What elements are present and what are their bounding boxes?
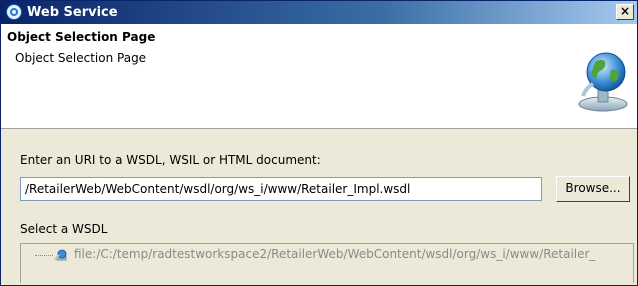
title-bar[interactable]: Web Service × xyxy=(1,1,637,24)
wsdl-tree[interactable]: file:/C:/temp/radtestworkspace2/Retailer… xyxy=(20,243,634,283)
dialog-body: Enter an URI to a WSDL, WSIL or HTML doc… xyxy=(1,129,637,285)
web-service-icon xyxy=(6,4,22,20)
tree-item-label: file:/C:/temp/radtestworkspace2/Retailer… xyxy=(74,247,596,261)
browse-button[interactable]: Browse... xyxy=(556,176,630,202)
page-description: Object Selection Page xyxy=(15,51,147,65)
uri-label: Enter an URI to a WSDL, WSIL or HTML doc… xyxy=(20,153,321,167)
uri-input[interactable] xyxy=(20,177,542,201)
page-title: Object Selection Page xyxy=(7,30,156,44)
page-header: Object Selection Page Object Selection P… xyxy=(1,24,637,129)
close-button[interactable]: × xyxy=(616,4,634,20)
tree-connector xyxy=(35,255,53,256)
web-service-dialog: Web Service × Object Selection Page Obje… xyxy=(0,0,638,286)
wsdl-file-icon xyxy=(54,249,67,261)
window-title: Web Service xyxy=(27,5,118,20)
select-wsdl-label: Select a WSDL xyxy=(20,222,108,236)
globe-icon xyxy=(578,52,628,112)
